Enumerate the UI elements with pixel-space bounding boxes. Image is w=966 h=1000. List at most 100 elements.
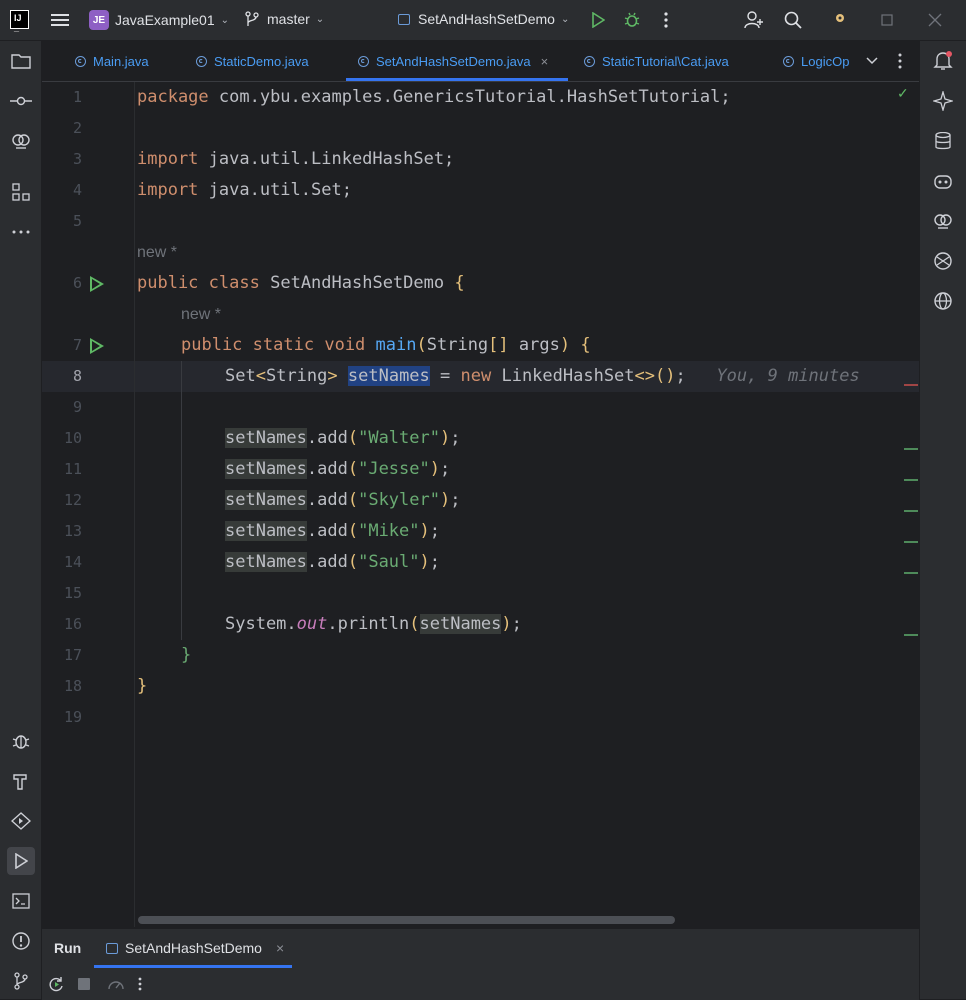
java-class-icon xyxy=(783,55,794,67)
line-number: 19 xyxy=(63,708,82,726)
horizontal-scrollbar[interactable] xyxy=(138,916,675,924)
database-icon[interactable] xyxy=(930,128,956,154)
tab-static-demo-java[interactable]: StaticDemo.java xyxy=(196,41,309,81)
project-name: JavaExample01 xyxy=(115,12,215,28)
tab-list-chevron-icon[interactable] xyxy=(858,47,886,75)
plugin-icon[interactable] xyxy=(930,248,956,274)
rerun-icon[interactable] xyxy=(42,970,70,998)
terminal-icon[interactable] xyxy=(8,888,34,914)
line-number: 8 xyxy=(72,367,82,385)
run-config-tab[interactable]: SetAndHashSetDemo × xyxy=(106,929,284,967)
code-line-17: } xyxy=(181,645,192,665)
main-menu-icon[interactable] xyxy=(46,6,74,34)
line-number: 9 xyxy=(72,398,82,416)
gutter-separator xyxy=(134,82,135,927)
tab-label: StaticDemo.java xyxy=(214,53,309,69)
ai-chat-icon[interactable] xyxy=(930,208,956,234)
build-hammer-icon[interactable] xyxy=(8,768,34,794)
tab-logic-op[interactable]: LogicOp xyxy=(783,41,849,81)
structure-icon[interactable] xyxy=(8,179,34,205)
ai-sparkle-icon[interactable] xyxy=(930,88,956,114)
project-badge: JE xyxy=(89,10,109,30)
notifications-icon[interactable] xyxy=(930,48,956,74)
method-author-hint[interactable]: new * xyxy=(181,299,221,330)
debug-tool-icon[interactable] xyxy=(8,728,34,754)
chevron-down-icon: ⌄ xyxy=(560,13,570,25)
class-author-hint[interactable]: new * xyxy=(137,237,177,268)
tab-label: StaticTutorial\Cat.java xyxy=(602,53,729,69)
change-marker xyxy=(904,384,918,386)
project-selector[interactable]: JE JavaExample01 ⌄ xyxy=(89,10,229,30)
right-tool-bar xyxy=(919,41,966,999)
run-main-gutter-icon[interactable] xyxy=(90,338,104,354)
line-number: 11 xyxy=(63,460,82,478)
run-config-selector[interactable]: SetAndHashSetDemo ⌄ xyxy=(398,11,569,27)
tab-main-java[interactable]: Main.java xyxy=(75,41,149,81)
run-config-name: SetAndHashSetDemo xyxy=(418,11,555,27)
run-button[interactable] xyxy=(584,6,612,34)
line-number: 14 xyxy=(63,553,82,571)
copilot-icon[interactable] xyxy=(930,168,956,194)
more-actions-icon[interactable] xyxy=(652,6,680,34)
maximize-icon[interactable] xyxy=(873,6,901,34)
line-number: 7 xyxy=(72,336,82,354)
line-number: 17 xyxy=(63,646,82,664)
java-class-icon xyxy=(75,55,86,67)
run-config-icon xyxy=(398,13,410,25)
line-number: 15 xyxy=(63,584,82,602)
services-icon[interactable] xyxy=(8,808,34,834)
search-icon[interactable] xyxy=(779,6,807,34)
code-line-4: import java.util.Set; xyxy=(137,180,352,200)
run-icon xyxy=(592,12,605,28)
chevron-down-icon: ⌄ xyxy=(220,14,230,26)
code-editor[interactable]: ✓ 1 2 3 4 5 6 7 8 9 10 11 12 13 14 15 16… xyxy=(42,82,919,927)
debug-icon xyxy=(624,12,640,27)
code-line-6: public class SetAndHashSetDemo { xyxy=(137,273,465,293)
branch-selector[interactable]: master ⌄ xyxy=(245,11,324,27)
code-line-1: package com.ybu.examples.GenericsTutoria… xyxy=(137,87,731,107)
git-branch-icon xyxy=(245,11,259,26)
line-number: 2 xyxy=(72,119,82,137)
no-problems-check-icon: ✓ xyxy=(897,85,909,101)
change-marker xyxy=(904,448,918,450)
java-class-icon xyxy=(196,55,207,67)
stop-icon[interactable] xyxy=(70,970,98,998)
line-number: 10 xyxy=(63,429,82,447)
git-icon[interactable] xyxy=(8,968,34,994)
commit-icon[interactable] xyxy=(8,88,34,114)
debug-button[interactable] xyxy=(618,6,646,34)
run-toolbar xyxy=(42,968,154,1000)
line-number: 1 xyxy=(72,88,82,106)
more-tools-icon[interactable] xyxy=(8,219,34,245)
close-tab-icon[interactable]: × xyxy=(276,940,284,956)
git-blame-hint: You, 9 minutes xyxy=(716,366,860,386)
run-tool-icon[interactable] xyxy=(7,847,35,875)
editor-tabs: Main.java StaticDemo.java SetAndHashSetD… xyxy=(42,41,919,82)
code-line-11: setNames.add("Jesse"); xyxy=(225,459,451,479)
project-folder-icon[interactable] xyxy=(8,48,34,74)
globe-icon[interactable] xyxy=(930,288,956,314)
indent-guide xyxy=(181,361,182,640)
line-number: 12 xyxy=(63,491,82,509)
code-with-me-icon[interactable] xyxy=(740,6,768,34)
run-panel: Run SetAndHashSetDemo × xyxy=(42,928,919,1000)
tab-set-and-hash-set-demo-java[interactable]: SetAndHashSetDemo.java × xyxy=(345,41,569,81)
problems-icon[interactable] xyxy=(8,928,34,954)
tab-options-icon[interactable] xyxy=(886,47,914,75)
code-line-7: public static void main(String[] args) { xyxy=(181,335,591,355)
run-panel-title: Run xyxy=(54,940,82,956)
ai-assistant-icon[interactable] xyxy=(8,128,34,154)
settings-update-icon[interactable] xyxy=(826,4,854,32)
close-tab-icon[interactable]: × xyxy=(541,54,549,69)
change-marker xyxy=(904,634,918,636)
code-line-16: System.out.println(setNames); xyxy=(225,614,522,634)
more-options-icon[interactable] xyxy=(126,970,154,998)
selected-identifier: setNames xyxy=(347,366,430,386)
tab-label: LogicOp xyxy=(801,53,850,69)
close-window-icon[interactable] xyxy=(921,6,949,34)
line-number: 6 xyxy=(72,274,82,292)
code-line-14: setNames.add("Saul"); xyxy=(225,552,441,572)
run-class-gutter-icon[interactable] xyxy=(90,276,104,292)
tab-cat-java[interactable]: StaticTutorial\Cat.java xyxy=(584,41,729,81)
code-line-18: } xyxy=(137,676,148,696)
